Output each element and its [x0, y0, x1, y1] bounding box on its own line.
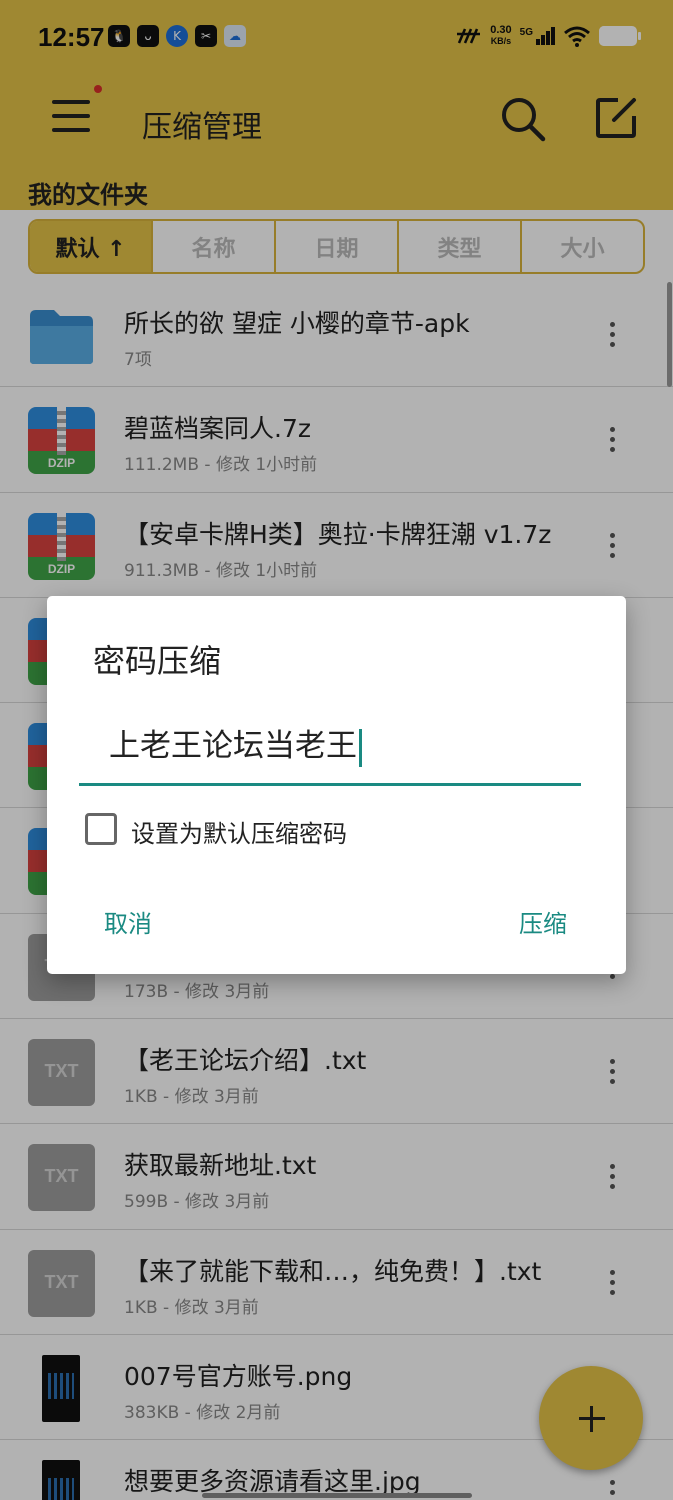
text-caret — [359, 728, 362, 767]
password-compress-dialog: 密码压缩 上老王论坛当老王 设置为默认压缩密码 取消 压缩 — [47, 596, 626, 974]
default-password-checkbox[interactable] — [85, 813, 117, 845]
cancel-button[interactable]: 取消 — [104, 904, 152, 939]
dialog-title: 密码压缩 — [93, 642, 222, 680]
password-value: 上老王论坛当老王 — [109, 720, 362, 767]
compress-button[interactable]: 压缩 — [519, 904, 567, 939]
default-password-label[interactable]: 设置为默认压缩密码 — [131, 814, 347, 849]
password-text: 上老王论坛当老王 — [109, 728, 357, 764]
